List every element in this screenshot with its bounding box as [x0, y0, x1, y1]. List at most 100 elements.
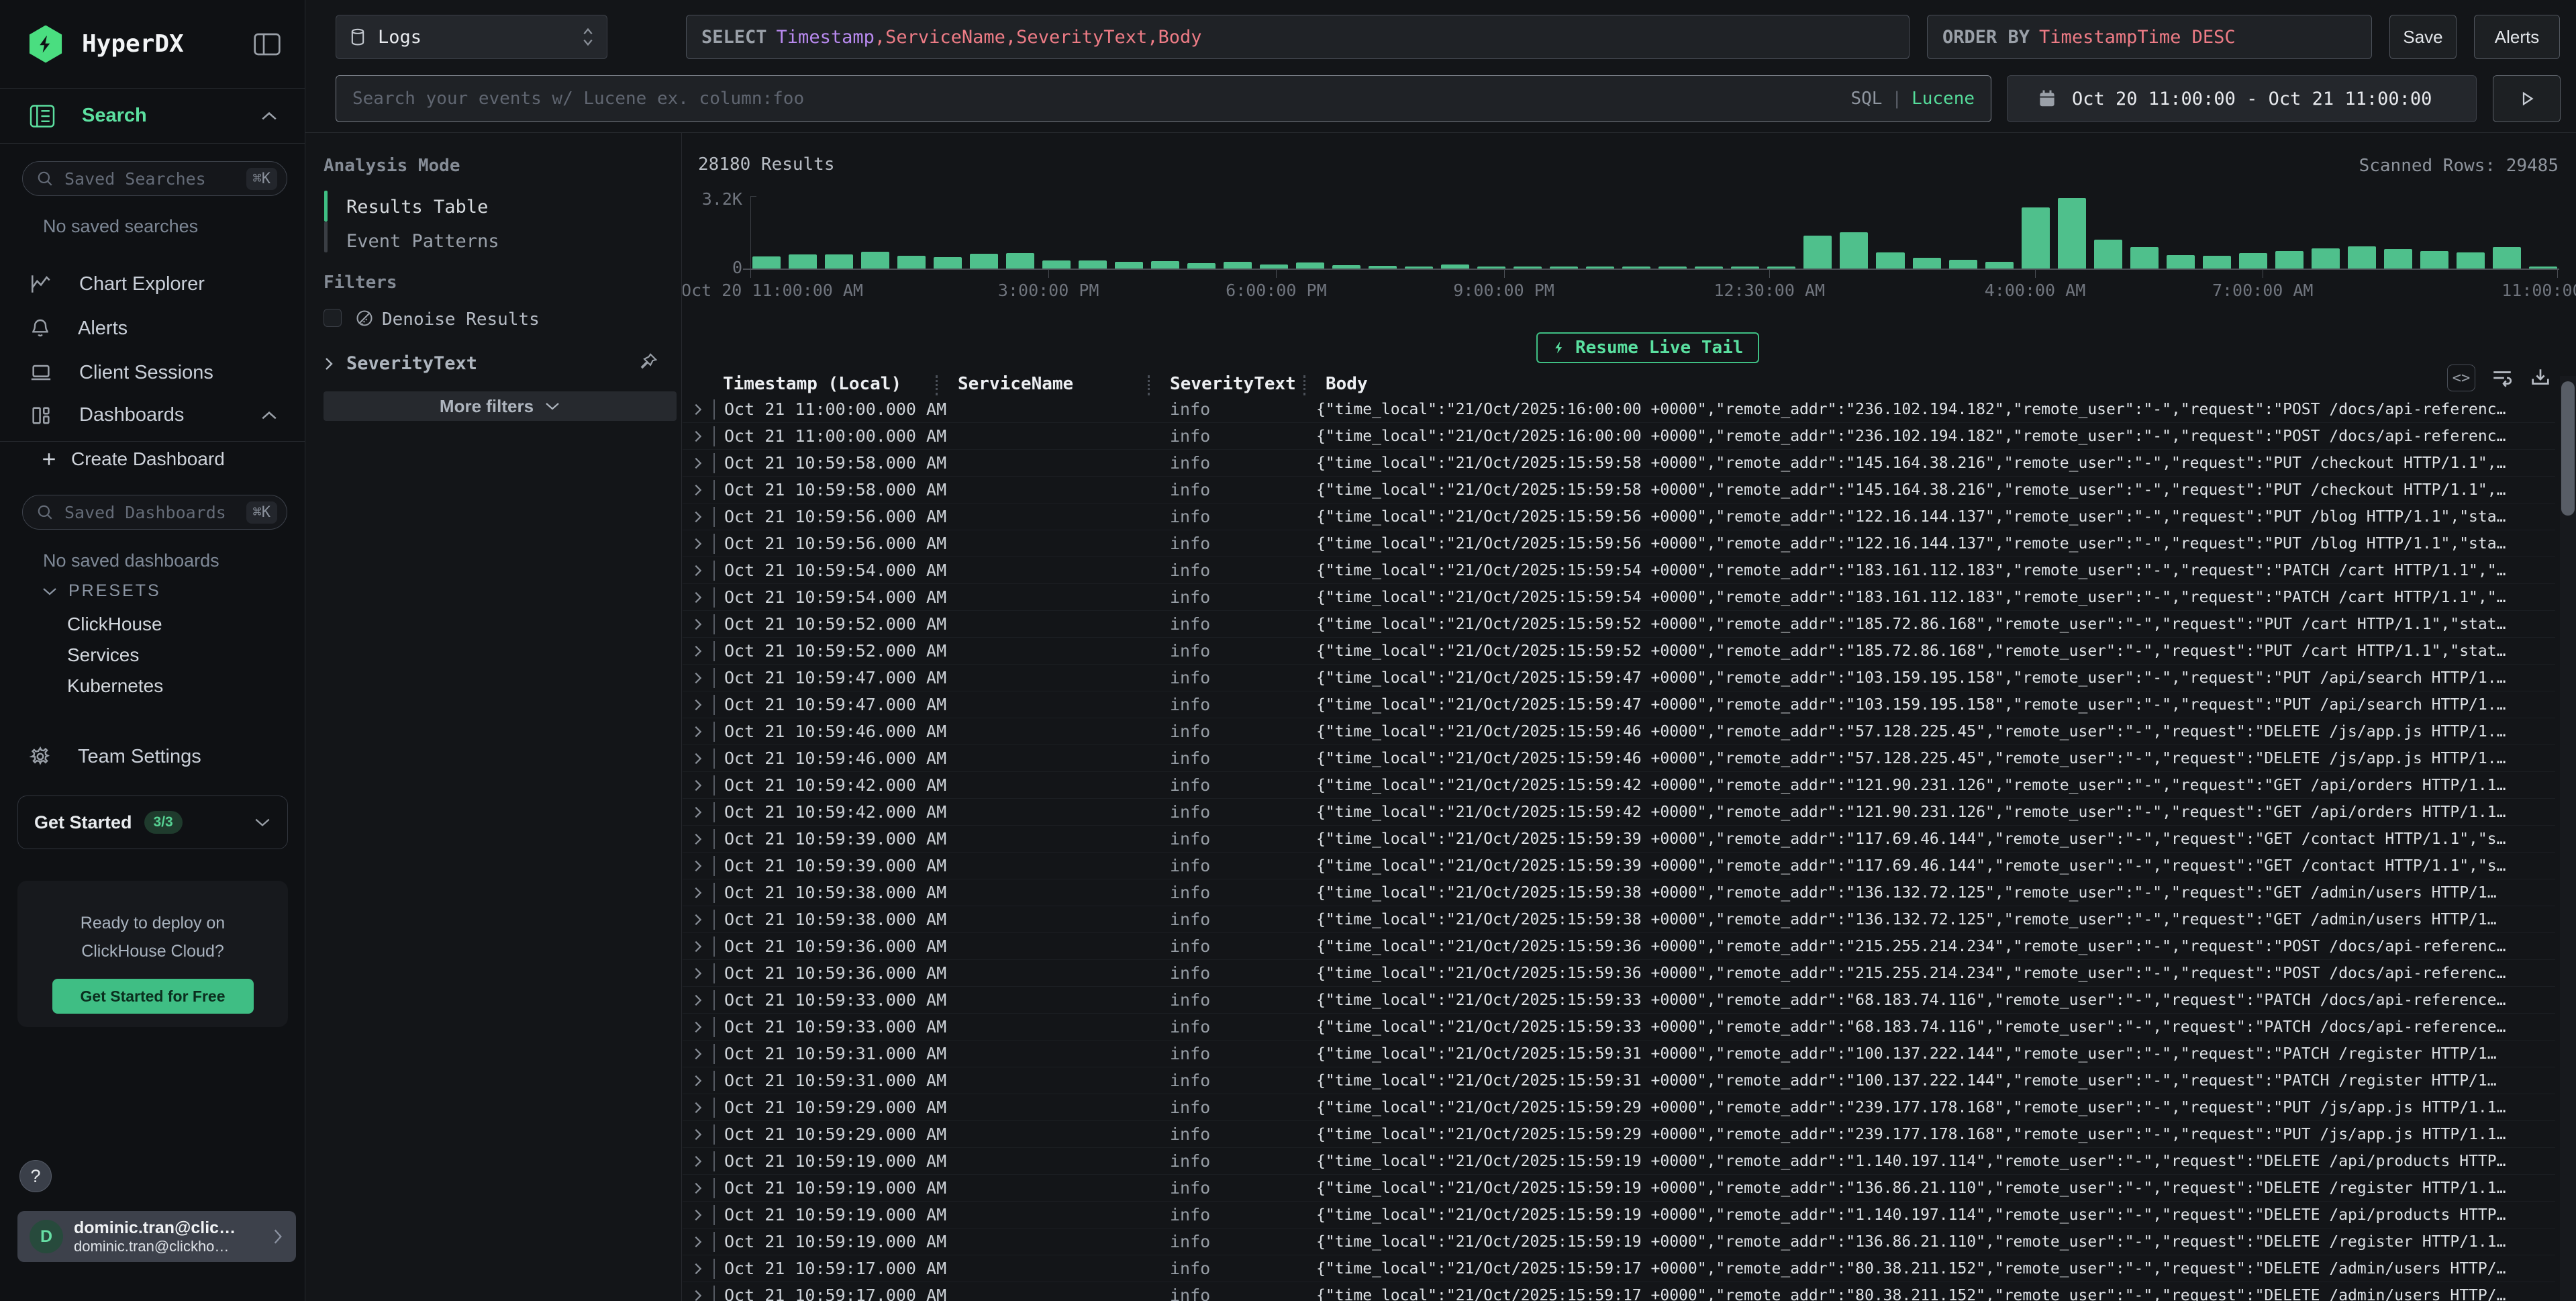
table-row[interactable]: Oct 21 10:59:46.000 AM info {"time_local… — [683, 718, 2555, 745]
expand-row-icon[interactable] — [683, 1154, 713, 1169]
table-row[interactable]: Oct 21 10:59:39.000 AM info {"time_local… — [683, 826, 2555, 853]
preset-kubernetes[interactable]: Kubernetes — [67, 675, 163, 697]
table-row[interactable]: Oct 21 10:59:36.000 AM info {"time_local… — [683, 933, 2555, 960]
create-dashboard-button[interactable]: Create Dashboard — [39, 448, 225, 470]
table-row[interactable]: Oct 21 10:59:42.000 AM info {"time_local… — [683, 772, 2555, 799]
expand-row-icon[interactable] — [683, 590, 713, 605]
expand-row-icon[interactable] — [683, 429, 713, 444]
table-row[interactable]: Oct 21 10:59:54.000 AM info {"time_local… — [683, 584, 2555, 611]
mode-event-patterns[interactable]: Event Patterns — [346, 231, 499, 252]
expand-row-icon[interactable] — [683, 536, 713, 551]
expand-row-icon[interactable] — [683, 1235, 713, 1249]
table-row[interactable]: Oct 21 10:59:29.000 AM info {"time_local… — [683, 1094, 2555, 1121]
language-toggle-sql[interactable]: SQL — [1850, 89, 1882, 109]
expand-row-icon[interactable] — [683, 805, 713, 820]
resume-live-tail-button[interactable]: Resume Live Tail — [1536, 332, 1759, 363]
table-row[interactable]: Oct 21 10:59:52.000 AM info {"time_local… — [683, 611, 2555, 638]
preset-services[interactable]: Services — [67, 644, 139, 666]
expand-row-icon[interactable] — [683, 617, 713, 632]
expand-row-icon[interactable] — [683, 1288, 713, 1301]
get-started-collapsible[interactable]: Get Started 3/3 — [17, 796, 288, 849]
scrollbar-track[interactable] — [2560, 376, 2576, 1301]
denoise-label[interactable]: Denoise Results — [382, 309, 540, 330]
expand-row-icon[interactable] — [683, 1261, 713, 1276]
table-row[interactable]: Oct 21 10:59:47.000 AM info {"time_local… — [683, 665, 2555, 691]
source-select[interactable]: Logs — [336, 15, 607, 59]
column-resize-handle[interactable] — [1303, 375, 1305, 395]
table-row[interactable]: Oct 21 11:00:00.000 AM info {"time_local… — [683, 423, 2555, 450]
save-button[interactable]: Save — [2389, 15, 2457, 59]
presets-group[interactable]: PRESETS — [42, 581, 161, 601]
table-row[interactable]: Oct 21 10:59:33.000 AM info {"time_local… — [683, 987, 2555, 1014]
events-histogram[interactable] — [750, 196, 2557, 269]
expand-row-icon[interactable] — [683, 697, 713, 712]
table-row[interactable]: Oct 21 10:59:38.000 AM info {"time_local… — [683, 879, 2555, 906]
order-by-input[interactable]: ORDER BY TimestampTime DESC — [1927, 15, 2372, 59]
expand-row-icon[interactable] — [683, 724, 713, 739]
column-header-severitytext[interactable]: SeverityText — [1160, 374, 1316, 394]
expand-row-icon[interactable] — [683, 1127, 713, 1142]
column-header-servicename[interactable]: ServiceName — [948, 374, 1160, 394]
table-row[interactable]: Oct 21 10:59:19.000 AM info {"time_local… — [683, 1228, 2555, 1255]
table-row[interactable]: Oct 21 10:59:58.000 AM info {"time_local… — [683, 450, 2555, 477]
column-resize-handle[interactable] — [1148, 375, 1150, 395]
mode-results-table[interactable]: Results Table — [346, 197, 488, 218]
table-row[interactable]: Oct 21 10:59:39.000 AM info {"time_local… — [683, 853, 2555, 879]
get-started-free-button[interactable]: Get Started for Free — [52, 979, 254, 1014]
expand-row-icon[interactable] — [683, 832, 713, 847]
expand-row-icon[interactable] — [683, 644, 713, 659]
run-query-button[interactable] — [2493, 75, 2561, 122]
table-row[interactable]: Oct 21 10:59:33.000 AM info {"time_local… — [683, 1014, 2555, 1041]
more-filters-button[interactable]: More filters — [324, 391, 677, 421]
expand-row-icon[interactable] — [683, 778, 713, 793]
saved-dashboards-input[interactable]: Saved Dashboards ⌘K — [22, 495, 287, 530]
table-row[interactable]: Oct 21 10:59:56.000 AM info {"time_local… — [683, 530, 2555, 557]
table-row[interactable]: Oct 21 10:59:19.000 AM info {"time_local… — [683, 1148, 2555, 1175]
table-row[interactable]: Oct 21 10:59:38.000 AM info {"time_local… — [683, 906, 2555, 933]
table-row[interactable]: Oct 21 10:59:19.000 AM info {"time_local… — [683, 1202, 2555, 1228]
table-row[interactable]: Oct 21 10:59:54.000 AM info {"time_local… — [683, 557, 2555, 584]
table-row[interactable]: Oct 21 10:59:56.000 AM info {"time_local… — [683, 503, 2555, 530]
expand-row-icon[interactable] — [683, 993, 713, 1008]
expand-row-icon[interactable] — [683, 1020, 713, 1034]
table-row[interactable]: Oct 21 10:59:31.000 AM info {"time_local… — [683, 1067, 2555, 1094]
table-row[interactable]: Oct 21 10:59:46.000 AM info {"time_local… — [683, 745, 2555, 772]
preset-clickhouse[interactable]: ClickHouse — [67, 614, 162, 635]
table-row[interactable]: Oct 21 10:59:31.000 AM info {"time_local… — [683, 1041, 2555, 1067]
sidebar-item-dashboards[interactable]: Dashboards — [0, 389, 305, 442]
help-button[interactable]: ? — [19, 1160, 52, 1192]
expand-row-icon[interactable] — [683, 510, 713, 524]
expand-row-icon[interactable] — [683, 671, 713, 685]
table-row[interactable]: Oct 21 10:59:52.000 AM info {"time_local… — [683, 638, 2555, 665]
column-header-body[interactable]: Body — [1316, 374, 2555, 394]
expand-row-icon[interactable] — [683, 563, 713, 578]
expand-row-icon[interactable] — [683, 1181, 713, 1196]
chevron-up-icon[interactable] — [260, 111, 278, 122]
table-row[interactable]: Oct 21 10:59:17.000 AM info {"time_local… — [683, 1255, 2555, 1282]
expand-row-icon[interactable] — [683, 912, 713, 927]
select-columns-input[interactable]: SELECT Timestamp,ServiceName,SeverityTex… — [686, 15, 1910, 59]
expand-row-icon[interactable] — [683, 751, 713, 766]
expand-row-icon[interactable] — [683, 1100, 713, 1115]
expand-row-icon[interactable] — [683, 939, 713, 954]
table-row[interactable]: Oct 21 11:00:00.000 AM info {"time_local… — [683, 396, 2555, 423]
column-resize-handle[interactable] — [936, 375, 938, 395]
denoise-checkbox[interactable] — [324, 309, 342, 327]
table-row[interactable]: Oct 21 10:59:19.000 AM info {"time_local… — [683, 1175, 2555, 1202]
table-row[interactable]: Oct 21 10:59:17.000 AM info {"time_local… — [683, 1282, 2555, 1301]
collapse-sidebar-icon[interactable] — [254, 33, 281, 56]
alerts-button[interactable]: Alerts — [2474, 15, 2560, 59]
expand-row-icon[interactable] — [683, 1047, 713, 1061]
scrollbar-thumb[interactable] — [2561, 381, 2575, 516]
table-row[interactable]: Oct 21 10:59:58.000 AM info {"time_local… — [683, 477, 2555, 503]
table-row[interactable]: Oct 21 10:59:47.000 AM info {"time_local… — [683, 691, 2555, 718]
saved-searches-input[interactable]: Saved Searches ⌘K — [22, 161, 287, 196]
expand-row-icon[interactable] — [683, 1073, 713, 1088]
language-toggle-lucene[interactable]: Lucene — [1912, 89, 1975, 109]
expand-row-icon[interactable] — [683, 859, 713, 873]
sidebar-item-search[interactable]: Search — [0, 89, 305, 144]
expand-row-icon[interactable] — [683, 885, 713, 900]
search-events-input[interactable]: Search your events w/ Lucene ex. column:… — [336, 75, 1991, 122]
expand-row-icon[interactable] — [683, 966, 713, 981]
pin-icon[interactable] — [638, 352, 658, 372]
